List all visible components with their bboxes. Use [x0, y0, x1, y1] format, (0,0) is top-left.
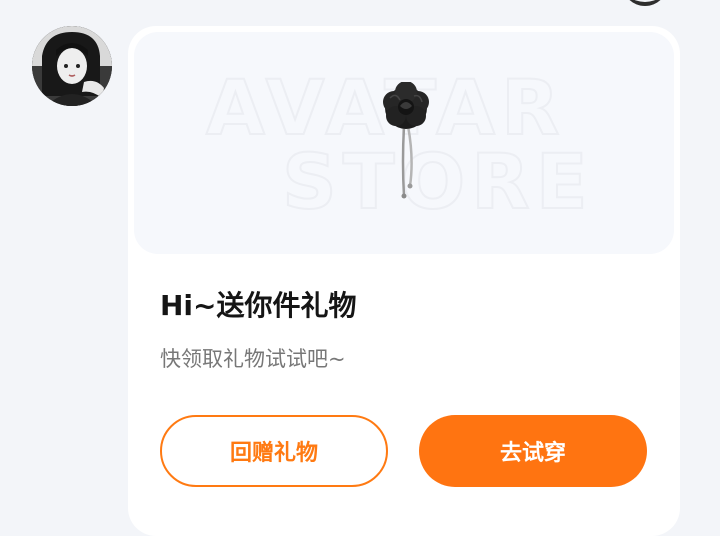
black-camellia-brooch-icon — [383, 82, 429, 199]
gift-message-card: AVATAR STORE Hi~送你件礼物 快领取礼物试试吧~ 回赠礼物 去试穿 — [128, 26, 680, 536]
return-gift-button[interactable]: 回赠礼物 — [160, 415, 388, 487]
sender-avatar[interactable] — [32, 26, 112, 106]
avatar-photo — [32, 26, 112, 106]
gift-banner: AVATAR STORE — [134, 32, 674, 254]
partial-top-icon — [622, 0, 668, 6]
gift-title: Hi~送你件礼物 — [160, 289, 357, 322]
gift-subtitle: 快领取礼物试试吧~ — [160, 347, 346, 371]
try-on-button[interactable]: 去试穿 — [419, 415, 647, 487]
